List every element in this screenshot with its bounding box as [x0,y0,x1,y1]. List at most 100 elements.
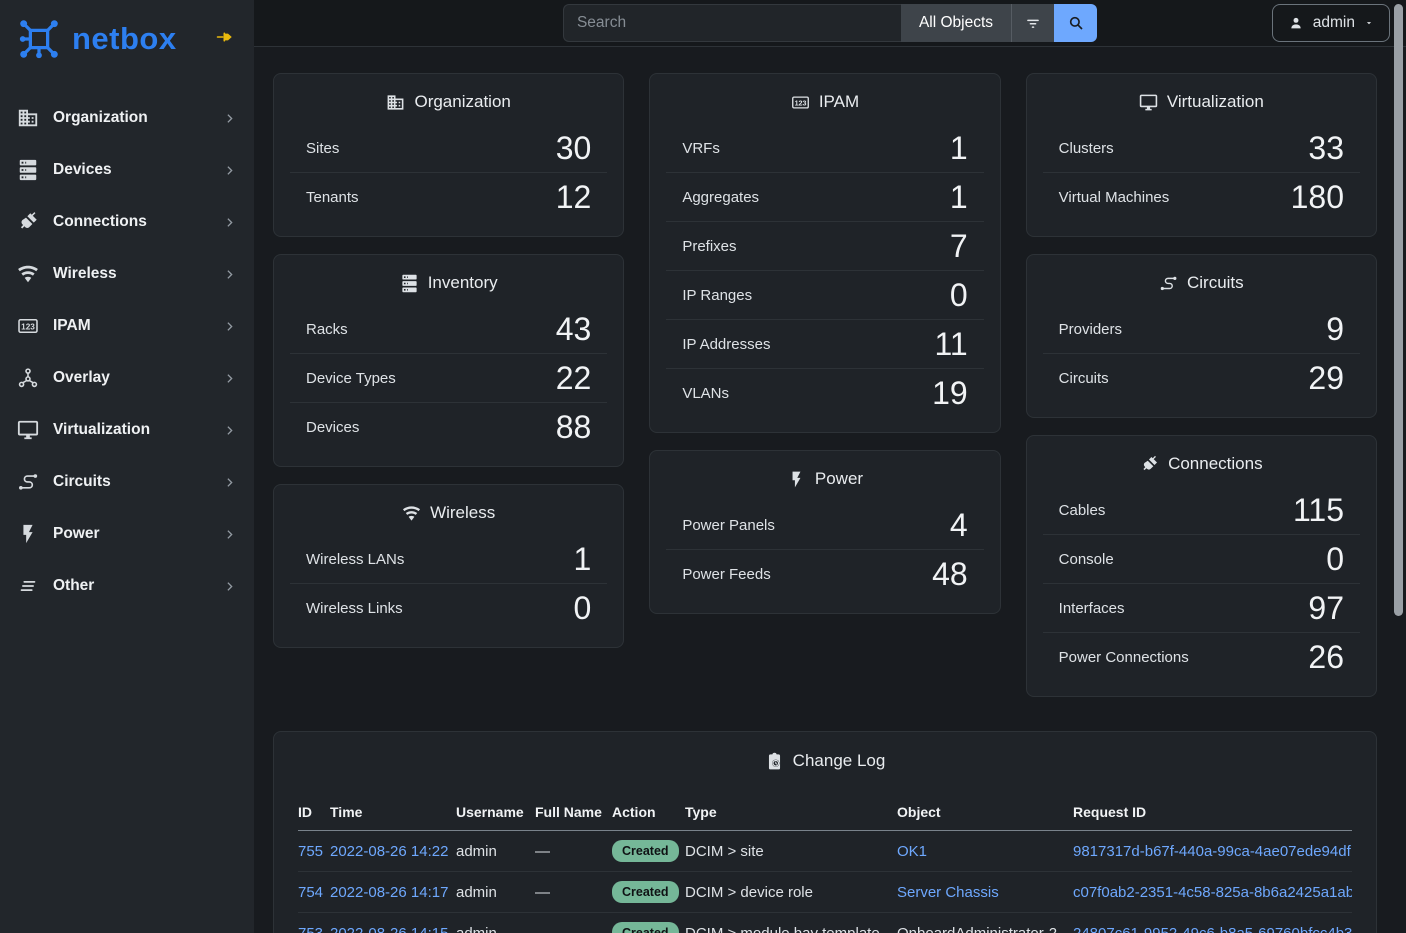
stat-row-vlans[interactable]: VLANs 19 [666,368,983,417]
sidebar-item-other[interactable]: Other [0,560,254,612]
column-header-id: ID [298,798,330,831]
stat-row-tenants[interactable]: Tenants 12 [290,172,607,221]
changelog-username: admin [456,913,535,933]
stat-row-circuits[interactable]: Circuits 29 [1043,353,1360,402]
stat-row-interfaces[interactable]: Interfaces 97 [1043,583,1360,632]
changelog-id-link[interactable]: 753 [298,925,323,933]
stat-row-aggregates[interactable]: Aggregates 1 [666,172,983,221]
lightning-icon [16,523,40,545]
card-title-text: Organization [414,92,510,112]
stat-value: 1 [574,540,592,578]
changelog-time-link[interactable]: 2022-08-26 14:17 [330,884,448,901]
scrollbar-thumb[interactable] [1394,4,1403,616]
chevron-right-icon [223,580,236,593]
chevron-right-icon [223,216,236,229]
stat-row-virtual-machines[interactable]: Virtual Machines 180 [1043,172,1360,221]
main-content: Organization Sites 30 Tenants 12 Invento… [254,48,1406,933]
filter-icon [1023,13,1043,33]
sidebar-item-connections[interactable]: Connections [0,196,254,248]
sidebar-item-ipam[interactable]: IPAM [0,300,254,352]
stat-row-clusters[interactable]: Clusters 33 [1043,124,1360,172]
stat-row-wireless-lans[interactable]: Wireless LANs 1 [290,535,607,583]
stat-label: Cables [1059,502,1106,519]
stat-label: Device Types [306,370,396,387]
sidebar-item-label: Organization [53,109,148,127]
changelog-time-link[interactable]: 2022-08-26 14:15 [330,925,448,933]
stat-row-prefixes[interactable]: Prefixes 7 [666,221,983,270]
dashboard-grid: Organization Sites 30 Tenants 12 Invento… [273,73,1377,697]
sidebar-item-label: Wireless [53,265,117,283]
stat-row-ip-addresses[interactable]: IP Addresses 11 [666,319,983,368]
stat-row-devices[interactable]: Devices 88 [290,402,607,451]
card-circuits: Circuits Providers 9 Circuits 29 [1026,254,1377,418]
stat-label: Circuits [1059,370,1109,387]
pin-sidebar-button[interactable] [216,28,234,46]
chevron-right-icon [223,268,236,281]
sidebar-item-devices[interactable]: Devices [0,144,254,196]
stat-row-vrfs[interactable]: VRFs 1 [666,124,983,172]
stat-label: Aggregates [682,189,759,206]
sidebar-item-label: Other [53,577,94,595]
monitor-icon [1139,93,1158,112]
stat-value: 12 [556,178,592,216]
changelog-id-link[interactable]: 755 [298,843,323,860]
sidebar-item-circuits[interactable]: Circuits [0,456,254,508]
search-input[interactable] [563,4,901,42]
stat-row-power-feeds[interactable]: Power Feeds 48 [666,549,983,598]
stat-row-racks[interactable]: Racks 43 [290,305,607,353]
stat-row-device-types[interactable]: Device Types 22 [290,353,607,402]
stat-label: Power Feeds [682,566,770,583]
sidebar-item-power[interactable]: Power [0,508,254,560]
card-title: Change Log [298,748,1352,783]
stat-label: Tenants [306,189,359,206]
stat-row-power-panels[interactable]: Power Panels 4 [666,501,983,549]
stat-label: Racks [306,321,348,338]
changelog-request-id-link[interactable]: 24807c61-9952-49c6-b8a5-69760bfcc4b3 [1073,925,1352,933]
changelog-type: DCIM > device role [685,872,897,913]
graph-icon [16,367,40,389]
sidebar-item-overlay[interactable]: Overlay [0,352,254,404]
stat-row-wireless-links[interactable]: Wireless Links 0 [290,583,607,632]
stat-value: 1 [950,129,968,167]
card-title: Circuits [1043,270,1360,305]
stat-row-power-connections[interactable]: Power Connections 26 [1043,632,1360,681]
stat-value: 0 [574,589,592,627]
changelog-request-id-link[interactable]: 9817317d-b67f-440a-99ca-4ae07ede94df [1073,843,1351,860]
stat-value: 26 [1308,638,1344,676]
stat-row-console[interactable]: Console 0 [1043,534,1360,583]
sidebar-item-label: Power [53,525,100,543]
stat-row-sites[interactable]: Sites 30 [290,124,607,172]
stat-value: 115 [1293,491,1344,529]
changelog-type: DCIM > module bay template [685,913,897,933]
chevron-right-icon [223,424,236,437]
cable-icon [1140,455,1159,474]
stat-row-cables[interactable]: Cables 115 [1043,486,1360,534]
changelog-id-link[interactable]: 754 [298,884,323,901]
sidebar-item-organization[interactable]: Organization [0,92,254,144]
topbar: All Objects admin [254,0,1406,47]
changelog-time-link[interactable]: 2022-08-26 14:22 [330,843,448,860]
filter-button[interactable] [1011,4,1054,42]
stat-value: 4 [950,506,968,544]
search-submit-button[interactable] [1054,4,1097,42]
stat-label: Wireless LANs [306,551,404,568]
building-icon [386,93,405,112]
stat-value: 9 [1326,310,1344,348]
user-menu-button[interactable]: admin [1272,4,1390,42]
chevron-right-icon [223,112,236,125]
object-type-dropdown[interactable]: All Objects [901,4,1011,42]
changelog-object-link[interactable]: Server Chassis [897,884,999,901]
stat-value: 97 [1308,589,1344,627]
brand[interactable]: netbox [0,0,254,70]
card-title: Inventory [290,270,607,305]
card-connections: Connections Cables 115 Console 0 Interfa… [1026,435,1377,697]
card-title-text: IPAM [819,92,859,112]
sidebar-item-wireless[interactable]: Wireless [0,248,254,300]
sidebar-item-virtualization[interactable]: Virtualization [0,404,254,456]
changelog-object-link[interactable]: OK1 [897,843,927,860]
stat-row-providers[interactable]: Providers 9 [1043,305,1360,353]
changelog-request-id-link[interactable]: c07f0ab2-2351-4c58-825a-8b6a2425a1ab [1073,884,1352,901]
status-badge: Created [612,881,679,903]
sidebar-item-label: Devices [53,161,112,179]
stat-row-ip-ranges[interactable]: IP Ranges 0 [666,270,983,319]
